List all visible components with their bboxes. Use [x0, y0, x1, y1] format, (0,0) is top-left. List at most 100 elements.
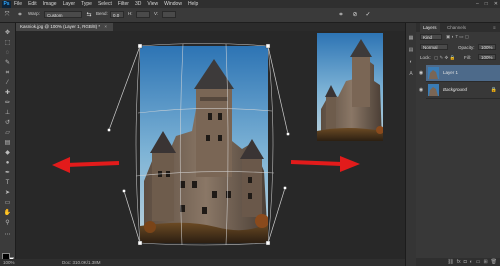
tab-layers[interactable]: Layers	[420, 23, 440, 32]
transform-tool-icon[interactable]: ⤧	[3, 11, 11, 19]
filter-icons[interactable]: ▣ ◐ T ▭ ▢	[446, 34, 469, 40]
right-arrow-annotation	[290, 156, 360, 172]
bend-label: Bend:	[96, 11, 108, 16]
tab-channels[interactable]: Channels	[444, 23, 469, 32]
filter-kind-select[interactable]: Kind	[420, 34, 442, 40]
add-mask-icon[interactable]: ◘	[464, 259, 467, 265]
move-tool-icon[interactable]: ✥	[3, 29, 12, 37]
commit-icon[interactable]: ✓	[364, 11, 372, 19]
maximize-button[interactable]: □	[485, 0, 488, 8]
layer-name: Layer 1	[443, 70, 459, 75]
properties-panel-icon[interactable]: ▤	[408, 47, 414, 53]
eraser-tool-icon[interactable]: ▱	[3, 129, 12, 137]
v-distortion-label: V:	[154, 11, 159, 16]
menu-image[interactable]: Image	[43, 1, 57, 7]
path-selection-tool-icon[interactable]: ➤	[3, 189, 12, 197]
close-button[interactable]: ✕	[494, 0, 498, 8]
close-tab-icon[interactable]: ×	[104, 24, 107, 29]
v-distortion-input[interactable]	[162, 11, 176, 18]
gradient-tool-icon[interactable]: ▤	[3, 139, 12, 147]
fill-label: Fill:	[464, 55, 471, 60]
blur-tool-icon[interactable]: ◆	[3, 149, 12, 157]
warp-style-select[interactable]: Custom	[44, 11, 82, 18]
menu-file[interactable]: File	[14, 1, 22, 7]
adjustments-panel-icon[interactable]: ◐	[408, 59, 414, 65]
pen-tool-icon[interactable]: ✒	[3, 169, 12, 177]
document-tab-title: Kasniok.jpg @ 100% (Layer 1, RGB/8) *	[20, 24, 101, 29]
clone-stamp-tool-icon[interactable]: ⊥	[3, 109, 12, 117]
bend-value: 0.0	[113, 13, 120, 18]
layer-row-layer-1[interactable]: ◉ Layer 1	[419, 65, 500, 82]
left-arrow-annotation	[52, 157, 120, 173]
adjustment-layer-icon[interactable]: ◐	[470, 259, 473, 265]
zoom-level[interactable]: 100%	[3, 259, 15, 266]
canvas-area[interactable]	[16, 31, 405, 259]
lock-icons[interactable]: ▢ ✎ ✥ 🔒	[434, 55, 455, 61]
warp-icon[interactable]: ⌗	[337, 11, 345, 19]
menu-edit[interactable]: Edit	[28, 1, 37, 7]
menu-layer[interactable]: Layer	[63, 1, 76, 7]
layer-row-background[interactable]: ◉ Background 🔒	[419, 82, 500, 99]
hand-tool-icon[interactable]: ✋	[3, 209, 12, 217]
menu-window[interactable]: Window	[164, 1, 182, 7]
menu-type[interactable]: Type	[81, 1, 92, 7]
menu-select[interactable]: Select	[98, 1, 112, 7]
history-brush-tool-icon[interactable]: ↺	[3, 119, 12, 127]
document-size: Doc: 310.0K/1.38M	[62, 260, 101, 265]
layer-name: Background	[443, 87, 468, 92]
tools-panel: ✥ ⬚ ◌ ✎ ⌗ ⁄ ✚ ✏ ⊥ ↺ ▱ ▤ ◆ ● ✒ T ➤ ▭ ✋ ⚲ …	[0, 23, 16, 265]
healing-brush-tool-icon[interactable]: ✚	[3, 89, 12, 97]
reference-image	[317, 33, 383, 141]
blend-mode-select[interactable]: Normal	[420, 44, 448, 50]
marquee-tool-icon[interactable]: ⬚	[3, 39, 12, 47]
more-tools-icon[interactable]: ⋯	[3, 231, 12, 239]
options-bar: ⤧ ⌗ Warp: Custom ⇆ Bend: 0.0 H: V: ⌗ ⊘ ✓	[0, 8, 500, 23]
document-tab[interactable]: Kasniok.jpg @ 100% (Layer 1, RGB/8) * ×	[16, 23, 114, 31]
canvas-svg	[52, 33, 383, 246]
h-distortion-input[interactable]	[136, 11, 150, 18]
lock-icon: 🔒	[490, 87, 497, 93]
eyedropper-tool-icon[interactable]: ⁄	[3, 79, 12, 87]
new-layer-icon[interactable]: ⊞	[483, 259, 487, 265]
photoshop-logo: Ps	[2, 0, 11, 8]
bend-input[interactable]: 0.0	[110, 11, 124, 18]
new-group-icon[interactable]: ▭	[476, 259, 481, 265]
layers-panel: Layers Channels ≡ Kind ▣ ◐ T ▭ ▢ Normal …	[416, 23, 500, 266]
type-tool-icon[interactable]: T	[3, 179, 12, 187]
visibility-eye-icon[interactable]: ◉	[418, 87, 424, 93]
shape-tool-icon[interactable]: ▭	[3, 199, 12, 207]
lasso-tool-icon[interactable]: ◌	[3, 49, 12, 57]
panel-dock: ▦ ▤ ◐ A	[405, 23, 416, 266]
blend-mode-value: Normal	[423, 45, 438, 50]
opacity-input[interactable]: 100%	[478, 44, 496, 50]
panel-menu-icon[interactable]: ≡	[490, 23, 499, 32]
cancel-icon[interactable]: ⊘	[351, 11, 359, 19]
history-panel-icon[interactable]: ▦	[408, 35, 414, 41]
link-layers-icon[interactable]: ⛓	[447, 259, 453, 265]
menu-view[interactable]: View	[147, 1, 158, 7]
window-controls: – □ ✕	[476, 0, 498, 8]
dodge-tool-icon[interactable]: ●	[3, 159, 12, 167]
crop-tool-icon[interactable]: ⌗	[3, 69, 12, 77]
menu-3d[interactable]: 3D	[135, 1, 141, 7]
menu-bar: Ps File Edit Image Layer Type Select Fil…	[0, 0, 500, 8]
menu-help[interactable]: Help	[188, 1, 198, 7]
warp-mode-icon[interactable]: ⌗	[16, 11, 24, 19]
zoom-tool-icon[interactable]: ⚲	[3, 219, 12, 227]
warp-orientation-icon[interactable]: ⇆	[85, 11, 93, 19]
quick-select-tool-icon[interactable]: ✎	[3, 59, 12, 67]
layer-thumbnail	[428, 67, 439, 79]
delete-layer-icon[interactable]: 🗑	[491, 259, 497, 265]
fill-input[interactable]: 100%	[478, 54, 496, 60]
menu-filter[interactable]: Filter	[118, 1, 129, 7]
layer-style-icon[interactable]: fx	[457, 259, 461, 265]
warp-label: Warp:	[28, 11, 40, 16]
brush-tool-icon[interactable]: ✏	[3, 99, 12, 107]
panel-tabs: Layers Channels ≡	[416, 23, 500, 32]
h-distortion-label: H:	[128, 11, 133, 16]
minimize-button[interactable]: –	[476, 0, 479, 8]
visibility-eye-icon[interactable]: ◉	[418, 70, 424, 76]
character-panel-icon[interactable]: A	[408, 71, 414, 77]
layers-panel-footer: ⛓ fx ◘ ◐ ▭ ⊞ 🗑	[416, 258, 500, 266]
fill-value: 100%	[481, 55, 493, 60]
